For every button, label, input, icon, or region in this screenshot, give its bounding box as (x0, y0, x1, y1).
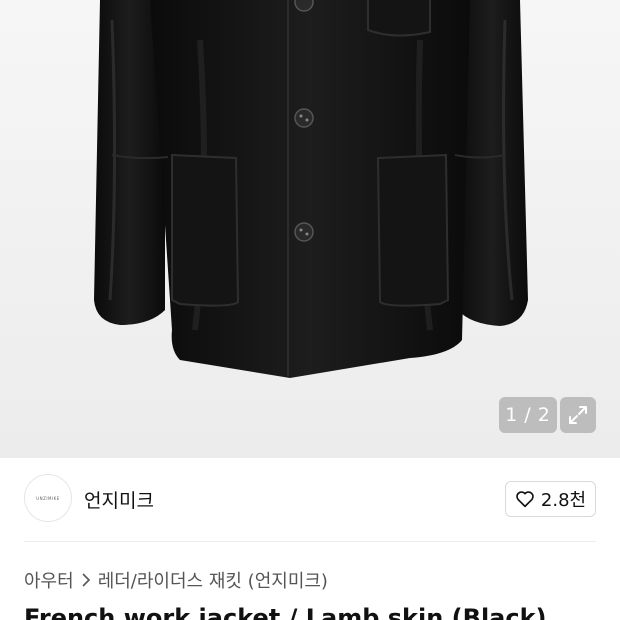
pager-separator: / (524, 404, 532, 426)
like-button[interactable]: 2.8천 (505, 481, 596, 517)
product-image-gallery[interactable]: 1 / 2 (0, 0, 620, 458)
breadcrumb-subcategory[interactable]: 레더/라이더스 재킷 (언지미크) (98, 567, 328, 593)
breadcrumb: 아우터 레더/라이더스 재킷 (언지미크) (24, 567, 328, 593)
image-pager: 1 / 2 (499, 397, 557, 433)
product-image-jacket (94, 0, 528, 378)
like-count: 2.8천 (540, 490, 587, 511)
expand-icon (569, 406, 587, 424)
brand-name[interactable]: 언지미크 (84, 486, 154, 513)
breadcrumb-category[interactable]: 아우터 (24, 567, 74, 593)
brand-row: UNZIMIKE 언지미크 2.8천 (24, 474, 596, 524)
heart-icon (516, 491, 534, 508)
pager-current: 1 (505, 404, 519, 426)
pager-total: 2 (537, 404, 551, 426)
chevron-right-icon (82, 573, 90, 587)
brand-logo[interactable]: UNZIMIKE (24, 474, 72, 522)
brand-logo-text: UNZIMIKE (36, 495, 60, 501)
divider (24, 541, 596, 542)
product-title: French work jacket / Lamb skin (Black) (24, 604, 547, 620)
expand-button[interactable] (560, 397, 596, 433)
